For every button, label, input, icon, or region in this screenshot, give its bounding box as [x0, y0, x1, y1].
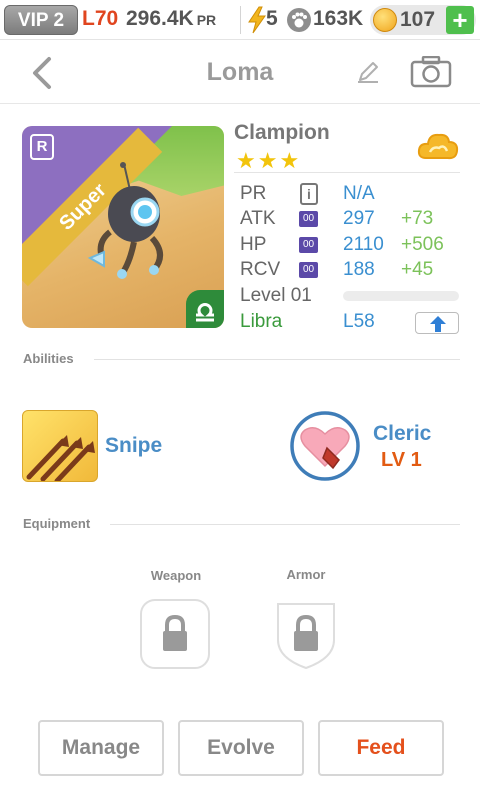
pr-value: 296.4K: [126, 7, 194, 30]
player-power-rating: 296.4K PR: [126, 7, 216, 31]
rarity-badge: R: [30, 134, 54, 160]
pencil-icon[interactable]: [356, 60, 380, 84]
pr-unit: PR: [196, 12, 217, 28]
stat-label: ATK: [240, 208, 276, 229]
player-level: L70: [82, 7, 119, 30]
armor-slot[interactable]: [270, 598, 342, 670]
stat-bonus: +73: [401, 208, 434, 229]
libra-sign-badge: [186, 290, 224, 328]
pet-star-rating: ★★★: [236, 148, 302, 173]
skill-name[interactable]: Snipe: [105, 434, 162, 458]
equipment-section-title: Equipment: [23, 516, 91, 531]
stat-bonus: +45: [401, 259, 434, 280]
cleric-class-icon[interactable]: [289, 410, 361, 482]
divider: [94, 359, 460, 360]
stat-row-hp: HP 00 2110 +506: [240, 234, 464, 258]
status-bar: VIP 2 L70 296.4K PR 5 163K 107 +: [0, 0, 480, 40]
paw-icon: [287, 8, 311, 32]
level-label: Level 01: [240, 285, 312, 306]
stat-label: HP: [240, 234, 267, 255]
stat-label: RCV: [240, 259, 281, 280]
divider: [240, 6, 241, 34]
coin-count: 107: [400, 8, 436, 31]
stat-row-level: Level 01: [240, 285, 464, 309]
stat-row-pr: PR i N/A: [240, 183, 464, 207]
manage-button[interactable]: Manage: [38, 720, 164, 776]
paw-count: 163K: [313, 7, 364, 30]
pet-name: Clampion: [234, 121, 330, 144]
pet-robot-icon: [87, 162, 163, 279]
level-progress-bar: [343, 291, 459, 301]
class-level: LV 1: [381, 449, 422, 471]
energy-count: 5: [266, 7, 278, 30]
stat-row-atk: ATK 00 297 +73: [240, 208, 464, 232]
stat-value: 297: [343, 208, 375, 229]
armor-label: Armor: [286, 567, 326, 582]
add-coins-button[interactable]: +: [446, 6, 474, 34]
divider: [234, 172, 460, 173]
stat-level-icon: 00: [299, 211, 318, 227]
stat-bonus: +506: [401, 234, 444, 255]
stat-row-rcv: RCV 00 188 +45: [240, 259, 464, 283]
page-title: Loma: [206, 58, 274, 86]
info-icon[interactable]: i: [300, 183, 318, 205]
coin-icon: [373, 8, 397, 32]
arrow-up-icon: [430, 316, 446, 332]
snipe-skill-icon[interactable]: [22, 410, 98, 482]
vip-badge[interactable]: VIP 2: [4, 5, 78, 35]
stat-level-icon: 00: [299, 262, 318, 278]
zodiac-sign-name: Libra: [240, 311, 283, 332]
stat-row-sign: Libra L58: [240, 311, 464, 335]
weapon-slot[interactable]: [139, 598, 211, 670]
weapon-label: Weapon: [150, 568, 202, 583]
lightning-icon: [248, 6, 266, 34]
page-header: Loma: [0, 40, 480, 104]
zodiac-sign-level: L58: [343, 311, 375, 332]
pet-portrait[interactable]: Super R: [22, 126, 224, 328]
evolve-button[interactable]: Evolve: [178, 720, 304, 776]
upgrade-sign-button[interactable]: [415, 312, 459, 334]
abilities-section-title: Abilities: [23, 351, 74, 366]
camera-icon[interactable]: [410, 56, 452, 88]
feed-button[interactable]: Feed: [318, 720, 444, 776]
stat-label: PR: [240, 183, 267, 204]
class-name[interactable]: Cleric: [373, 422, 431, 446]
arrows-icon: [26, 435, 95, 481]
divider: [110, 524, 460, 525]
stat-value: 188: [343, 259, 375, 280]
cloud-icon[interactable]: [416, 128, 460, 168]
stat-level-icon: 00: [299, 237, 318, 253]
stat-value: 2110: [343, 234, 384, 255]
stat-value: N/A: [343, 183, 375, 204]
